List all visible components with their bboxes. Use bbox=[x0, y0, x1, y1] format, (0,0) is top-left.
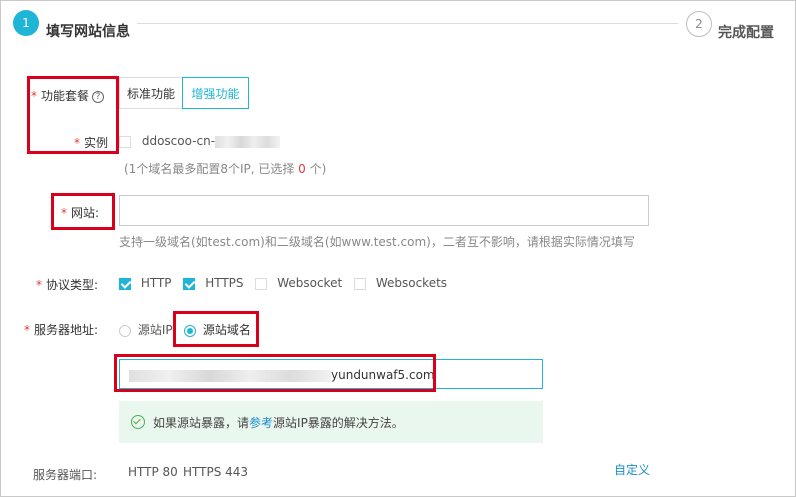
step-2-title: 完成配置 bbox=[718, 25, 774, 41]
selected-count: 0 bbox=[298, 162, 306, 176]
custom-port-link[interactable]: 自定义 bbox=[614, 461, 650, 478]
websockets-checkbox[interactable] bbox=[353, 277, 366, 290]
server-address-label: * 服务器地址: bbox=[24, 323, 99, 337]
protocol-label: * 协议类型: bbox=[36, 278, 99, 292]
package-standard-button[interactable]: 标准功能 bbox=[119, 77, 182, 109]
websocket-checkbox[interactable] bbox=[255, 277, 268, 290]
protocol-options: HTTP HTTPS Websocket Websockets bbox=[119, 276, 447, 290]
check-circle-icon bbox=[131, 415, 145, 429]
step-1-indicator: 1 bbox=[13, 10, 39, 36]
step-connector bbox=[137, 23, 678, 24]
source-ip-option[interactable]: 源站IP bbox=[119, 321, 173, 338]
website-input[interactable] bbox=[119, 195, 649, 226]
step-1-title: 填写网站信息 bbox=[46, 24, 130, 40]
port-https: HTTPS 443 bbox=[183, 465, 249, 479]
port-http: HTTP 80 bbox=[128, 465, 178, 479]
required-mark: * bbox=[36, 278, 42, 292]
required-mark: * bbox=[24, 323, 30, 337]
instance-checkbox[interactable] bbox=[119, 135, 131, 148]
server-port-label: 服务器端口: bbox=[33, 468, 98, 482]
highlight-box-domain-input bbox=[114, 354, 436, 392]
highlight-box-source-domain bbox=[173, 311, 259, 347]
instance-option[interactable]: ddoscoo-cn- bbox=[119, 134, 281, 148]
website-hint: 支持一级域名(如test.com)和二级域名(如www.test.com)，二者… bbox=[119, 235, 635, 249]
reference-link[interactable]: 参考 bbox=[249, 414, 273, 431]
step-2-indicator: 2 bbox=[686, 11, 712, 37]
highlight-box-website bbox=[51, 193, 115, 230]
instance-note: (1个域名最多配置8个IP, 已选择 0 个) bbox=[124, 162, 327, 176]
http-checkbox[interactable] bbox=[119, 277, 131, 290]
highlight-box-package-instance bbox=[27, 76, 119, 154]
package-enhanced-button[interactable]: 增强功能 bbox=[182, 77, 249, 109]
source-ip-radio[interactable] bbox=[119, 324, 131, 337]
source-exposure-alert: 如果源站暴露，请 参考 源站IP暴露的解决方法。 bbox=[119, 401, 543, 443]
redacted-instance-id bbox=[215, 135, 281, 148]
https-checkbox[interactable] bbox=[183, 277, 196, 290]
